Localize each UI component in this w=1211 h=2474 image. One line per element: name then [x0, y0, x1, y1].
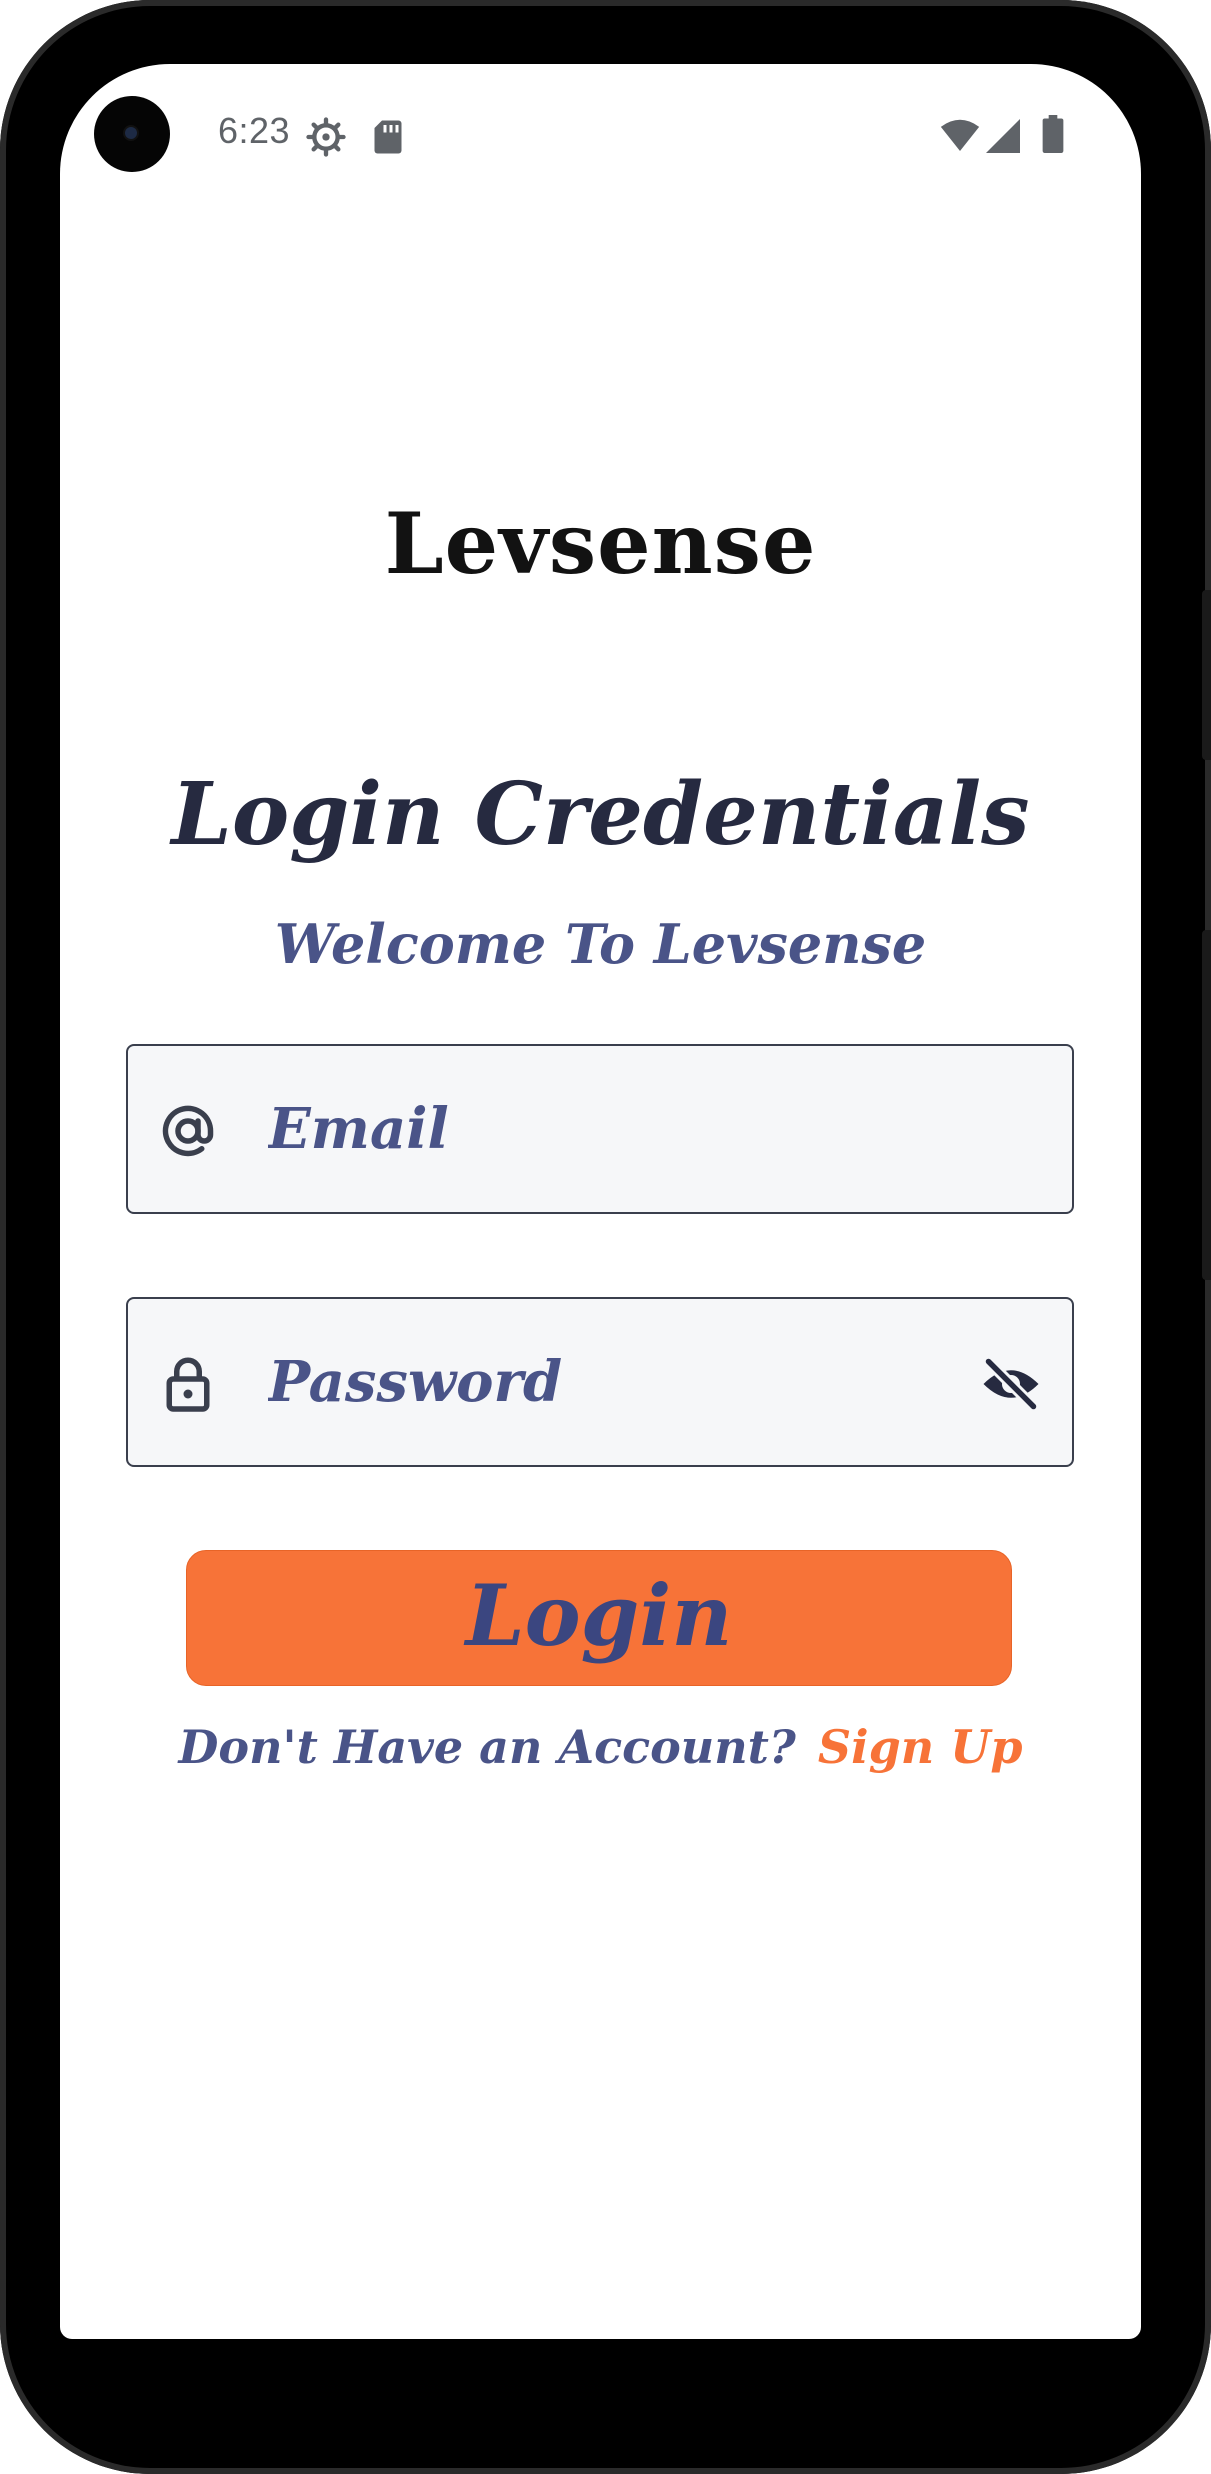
- battery-icon: [1042, 115, 1064, 153]
- eye-off-icon[interactable]: [980, 1354, 1042, 1414]
- password-input[interactable]: [268, 1299, 968, 1465]
- sign-up-link[interactable]: Sign Up: [818, 1720, 1023, 1774]
- signup-prompt: Don't Have an Account?: [178, 1720, 796, 1774]
- login-button[interactable]: Login: [186, 1550, 1012, 1686]
- at-sign-icon: [162, 1105, 214, 1157]
- status-time: 6:23: [218, 110, 291, 151]
- volume-button: [1202, 930, 1211, 1280]
- page-title: Login Credentials: [171, 764, 1030, 865]
- wifi-icon: [940, 119, 980, 151]
- settings-gear-icon: [306, 117, 346, 157]
- brand-logo: Levsense: [384, 494, 817, 593]
- status-bar: 6:23: [60, 64, 1141, 204]
- phone-screen: 6:23 Levsense Login Credentials Welcome …: [60, 64, 1141, 2339]
- sd-card-icon: [374, 120, 402, 154]
- signup-prompt-row: Don't Have an Account? Sign Up: [60, 1720, 1141, 1774]
- email-field[interactable]: [126, 1044, 1074, 1214]
- lock-icon: [166, 1357, 210, 1412]
- cell-signal-icon: [986, 119, 1020, 153]
- power-button: [1202, 590, 1211, 760]
- page-subtitle: Welcome To Levsense: [274, 912, 927, 976]
- phone-frame: 6:23 Levsense Login Credentials Welcome …: [0, 0, 1211, 2474]
- front-camera: [94, 96, 170, 172]
- password-field[interactable]: [126, 1297, 1074, 1467]
- email-input[interactable]: [268, 1046, 968, 1212]
